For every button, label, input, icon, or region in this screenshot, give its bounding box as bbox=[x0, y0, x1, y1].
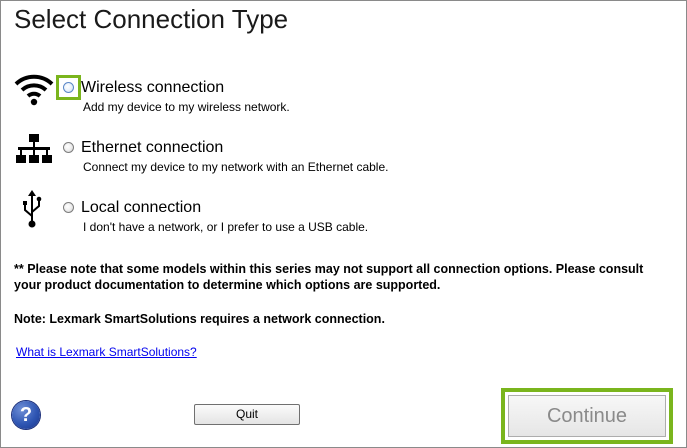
wireless-radio[interactable] bbox=[63, 82, 74, 93]
local-radio[interactable] bbox=[63, 202, 74, 213]
usb-icon bbox=[23, 190, 42, 228]
ethernet-radio[interactable] bbox=[63, 142, 74, 153]
page-title: Select Connection Type bbox=[14, 4, 289, 34]
ethernet-label[interactable]: Ethernet connection bbox=[81, 139, 223, 157]
models-note: ** Please note that some models within t… bbox=[14, 262, 644, 292]
wifi-icon bbox=[14, 74, 54, 106]
wireless-label[interactable]: Wireless connection bbox=[81, 79, 224, 97]
wireless-description: Add my device to my wireless network. bbox=[83, 100, 290, 114]
quit-button[interactable]: Quit bbox=[194, 404, 300, 425]
local-description: I don't have a network, or I prefer to u… bbox=[83, 220, 369, 234]
network-note: Note: Lexmark SmartSolutions requires a … bbox=[14, 312, 385, 326]
local-label[interactable]: Local connection bbox=[81, 199, 201, 217]
ethernet-description: Connect my device to my network with an … bbox=[83, 160, 389, 174]
continue-button[interactable]: Continue bbox=[508, 395, 666, 437]
ethernet-network-icon bbox=[16, 134, 52, 163]
smartsolutions-link[interactable]: What is Lexmark SmartSolutions? bbox=[16, 345, 197, 359]
help-icon[interactable]: ? bbox=[12, 401, 40, 429]
